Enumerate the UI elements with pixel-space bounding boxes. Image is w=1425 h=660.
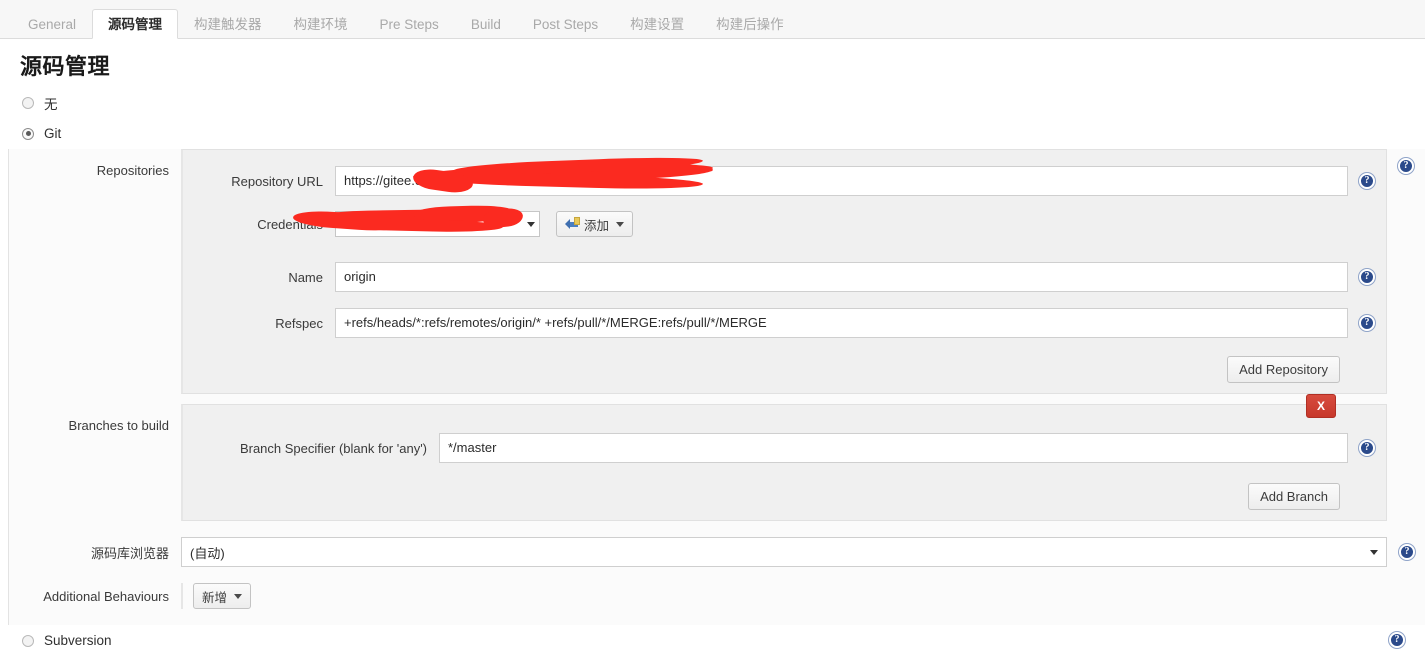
config-tab-bar: General 源码管理 构建触发器 构建环境 Pre Steps Build … <box>0 0 1425 39</box>
tab-post-steps[interactable]: Post Steps <box>517 9 614 39</box>
help-icon-branch-specifier[interactable]: ? <box>1359 440 1375 456</box>
repository-url-label: Repository URL <box>231 173 323 189</box>
radio-subversion[interactable] <box>22 634 34 647</box>
repository-url-input[interactable]: https://gitee.com/ba <box>335 166 1348 196</box>
branches-to-build-label: Branches to build <box>68 418 169 433</box>
help-icon-subversion[interactable]: ? <box>1389 632 1405 648</box>
additional-behaviours-label: Additional Behaviours <box>43 588 169 604</box>
scm-option-none[interactable]: 无 <box>0 87 1425 118</box>
additional-behaviours-add-button[interactable]: 新增 <box>193 583 252 609</box>
repository-name-input[interactable]: origin <box>335 262 1348 292</box>
repository-url-row: Repository URL https://gitee.com/ba ? <box>183 155 1386 202</box>
repository-name-row: Name origin ? <box>183 243 1386 298</box>
page-title: 源码管理 <box>20 54 111 79</box>
credentials-select[interactable]: com/****** <box>335 211 540 237</box>
tab-build-settings[interactable]: 构建设置 <box>614 9 700 39</box>
repository-browser-row: 源码库浏览器 (自动) ? <box>9 537 1425 567</box>
add-branch-row: Add Branch <box>183 469 1386 520</box>
additional-behaviours-row: Additional Behaviours 新增 <box>9 583 1425 609</box>
repositories-label: Repositories <box>96 163 169 178</box>
repositories-row: Repositories Repository URL https://gite… <box>9 149 1425 394</box>
repository-panel: Repository URL https://gitee.com/ba ? Cr… <box>181 149 1387 394</box>
scm-option-none-label: 无 <box>44 96 58 112</box>
repository-browser-select[interactable]: (自动) <box>181 537 1387 567</box>
tab-pre-steps[interactable]: Pre Steps <box>364 9 455 39</box>
refspec-label: Refspec <box>275 315 323 331</box>
add-repository-row: Add Repository <box>183 344 1386 393</box>
additional-behaviours-add-label: 新增 <box>202 590 228 605</box>
add-branch-button[interactable]: Add Branch <box>1248 483 1340 510</box>
chevron-down-icon <box>527 221 535 227</box>
git-config-block: ? Repositories Repository URL https://gi… <box>8 149 1425 625</box>
tab-build-environment[interactable]: 构建环境 <box>278 9 364 39</box>
branches-panel: X Branch Specifier (blank for 'any') */m… <box>181 394 1387 521</box>
help-icon-repository-name[interactable]: ? <box>1359 269 1375 285</box>
chevron-down-icon <box>616 221 625 227</box>
help-icon-repository-url[interactable]: ? <box>1359 173 1375 189</box>
scm-option-git-label: Git <box>44 126 62 141</box>
refspec-input[interactable]: +refs/heads/*:refs/remotes/origin/* +ref… <box>335 308 1348 338</box>
refspec-row: Refspec +refs/heads/*:refs/remotes/origi… <box>183 298 1386 344</box>
radio-git[interactable] <box>22 127 34 140</box>
tab-post-build-actions[interactable]: 构建后操作 <box>700 9 800 39</box>
add-credentials-button[interactable]: 添加 <box>556 211 634 237</box>
help-icon-repository-browser[interactable]: ? <box>1399 544 1415 560</box>
chevron-down-icon <box>234 593 243 599</box>
tab-build[interactable]: Build <box>455 9 517 39</box>
credentials-label: Credentials <box>257 216 323 232</box>
scm-option-subversion-label: Subversion <box>44 633 112 648</box>
tab-general[interactable]: General <box>12 9 92 39</box>
repository-browser-label: 源码库浏览器 <box>90 545 169 561</box>
credentials-select-value: com/****** <box>344 217 401 231</box>
branch-specifier-label: Branch Specifier (blank for 'any') <box>239 440 427 456</box>
radio-none[interactable] <box>22 96 34 109</box>
scm-option-subversion[interactable]: Subversion ? <box>0 625 1425 656</box>
branch-specifier-input[interactable]: */master <box>439 433 1348 463</box>
add-repository-button[interactable]: Add Repository <box>1227 356 1340 383</box>
tab-source-code-management[interactable]: 源码管理 <box>92 9 179 39</box>
repository-browser-value: (自动) <box>190 545 225 561</box>
branches-to-build-row: Branches to build X Branch Specifier (bl… <box>9 394 1425 521</box>
add-arrow-icon <box>565 216 580 230</box>
branch-specifier-row: Branch Specifier (blank for 'any') */mas… <box>183 427 1386 469</box>
credentials-row: Credentials com/****** 添加 <box>183 202 1386 243</box>
delete-branch-button[interactable]: X <box>1306 394 1336 418</box>
add-credentials-label: 添加 <box>584 218 610 233</box>
help-icon-refspec[interactable]: ? <box>1359 315 1375 331</box>
tab-build-triggers[interactable]: 构建触发器 <box>178 9 278 39</box>
repository-name-label: Name <box>288 269 323 285</box>
chevron-down-icon <box>1370 549 1378 555</box>
scm-option-git[interactable]: Git <box>0 118 1425 149</box>
